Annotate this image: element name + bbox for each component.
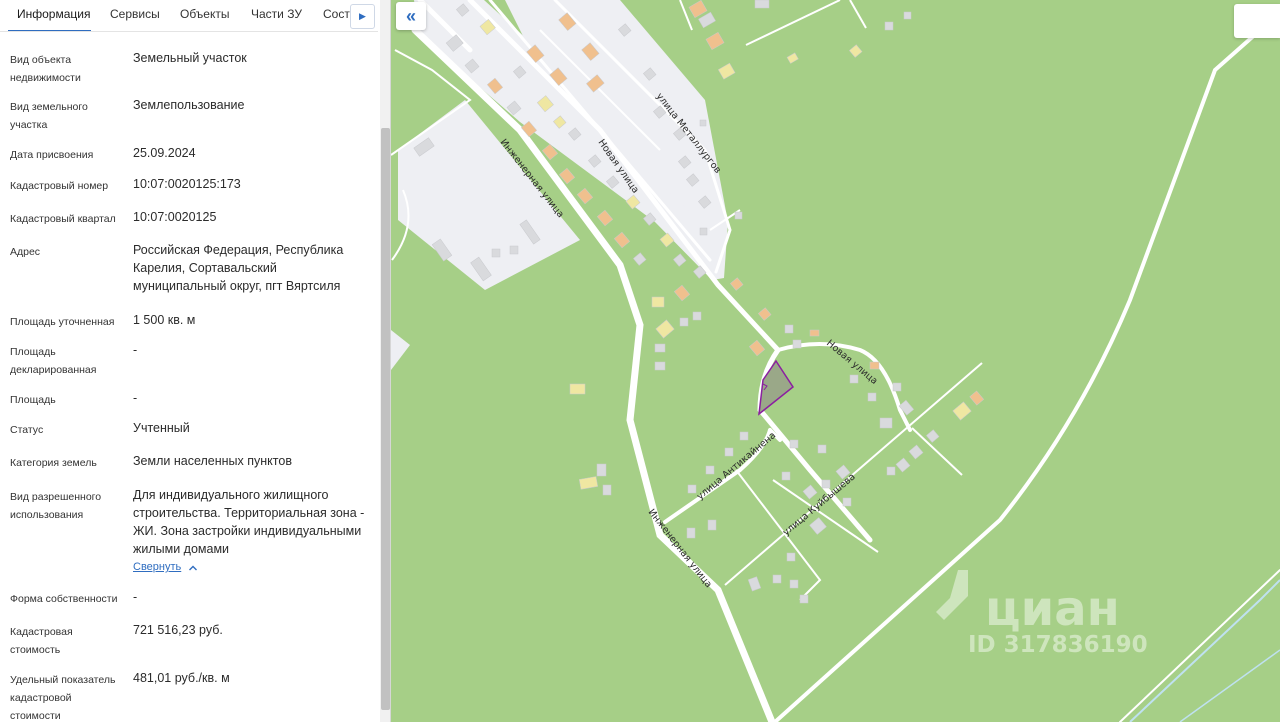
scrollbar-thumb[interactable] (381, 128, 390, 710)
row-value: Земли населенных пунктов (133, 454, 292, 468)
row-label: Вид земельного участка (10, 101, 88, 131)
row-value: Российская Федерация, Республика Карелия… (133, 243, 344, 293)
row-label: Статус (10, 424, 44, 436)
row-label: Дата присвоения (10, 149, 94, 161)
row-value: Земельный участок (133, 51, 247, 65)
row-value: Учтенный (133, 421, 190, 435)
cian-watermark: циан ID 317836190 (936, 570, 1148, 658)
stream (1129, 579, 1280, 722)
row-label: Площадь (10, 394, 56, 406)
row-value: - (133, 391, 138, 405)
map-canvas[interactable]: Инженерная улица Инженерная улица Новая … (391, 0, 1280, 722)
row-label: Удельный показатель кадастровой стоимост… (10, 674, 116, 722)
row-label: Вид объекта недвижимости (10, 54, 81, 84)
row-label: Адрес (10, 246, 41, 258)
row-value: 481,01 руб./кв. м (133, 671, 230, 685)
row-label: Форма собственности (10, 593, 118, 605)
row-value: 1 500 кв. м (133, 313, 196, 327)
tabs-scroll-right-button[interactable]: ▶ (350, 4, 375, 29)
street-label-inzhenernaya: Инженерная улица (646, 507, 714, 590)
row-value[interactable]: 10:07:0020125 (133, 208, 371, 226)
row-label: Категория земель (10, 457, 97, 469)
row-label: Площадь декларированная (10, 346, 97, 376)
map-control-button[interactable] (1234, 4, 1280, 38)
row-value: - (133, 590, 138, 604)
tab-objects[interactable]: Объекты (180, 0, 230, 31)
cian-logo-icon (936, 570, 968, 620)
double-chevron-left-icon: « (405, 5, 416, 26)
tab-bar: Информация Сервисы Объекты Части ЗУ Сост… (0, 0, 378, 32)
buildings (413, 0, 985, 604)
watermark-brand: циан (985, 581, 1120, 637)
triangle-right-icon: ▶ (359, 11, 366, 21)
row-value: Землепользование (133, 98, 245, 112)
info-panel: Информация Сервисы Объекты Части ЗУ Сост… (0, 0, 391, 722)
selected-parcel[interactable] (758, 359, 795, 416)
row-value: - (133, 343, 138, 357)
row-value: 721 516,23 руб. (133, 623, 223, 637)
row-label: Кадастровый номер (10, 180, 109, 192)
row-value: 25.09.2024 (133, 146, 196, 160)
tab-services[interactable]: Сервисы (110, 0, 160, 31)
watermark-id: ID 317836190 (968, 632, 1148, 658)
map-view[interactable]: Инженерная улица Инженерная улица Новая … (391, 0, 1280, 722)
tab-parts[interactable]: Части ЗУ (251, 0, 302, 31)
collapse-panel-button[interactable]: « (396, 2, 426, 30)
collapse-link[interactable]: Свернуть (133, 561, 181, 573)
row-value: Для индивидуального жилищного строительс… (133, 488, 365, 556)
panel-scrollbar[interactable] (380, 0, 390, 722)
chevron-up-icon[interactable] (188, 564, 198, 572)
row-label: Кадастровый квартал (10, 213, 116, 225)
row-label: Площадь уточненная (10, 316, 115, 328)
tab-info[interactable]: Информация (8, 0, 91, 31)
row-value[interactable]: 10:07:0020125:173 (133, 175, 371, 193)
built-area (391, 330, 410, 370)
row-label: Кадастровая стоимость (10, 626, 73, 656)
row-label: Вид разрешенного использования (10, 491, 102, 521)
info-list: Вид объекта недвижимости Земельный участ… (0, 33, 378, 722)
